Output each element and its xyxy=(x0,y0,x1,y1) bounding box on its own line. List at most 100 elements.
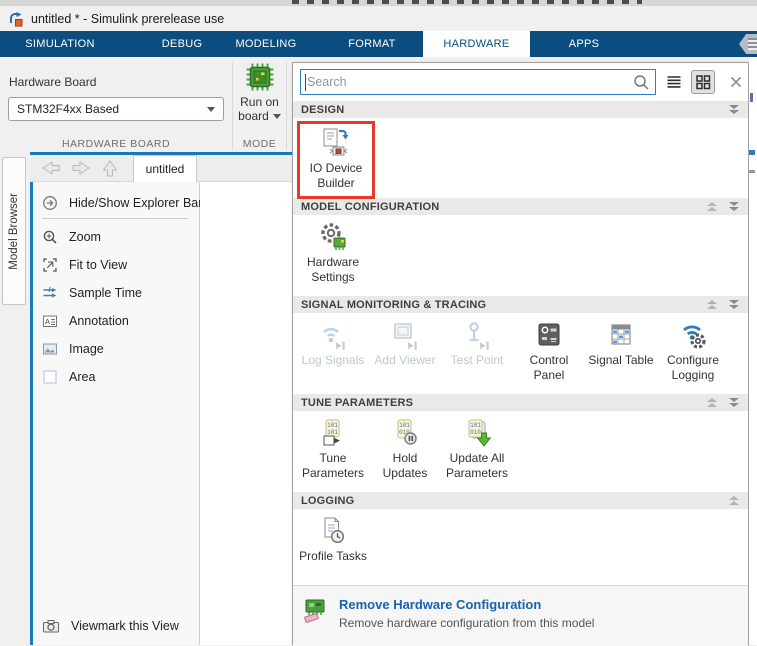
simulink-model-icon xyxy=(8,11,24,27)
expand-down-icon[interactable] xyxy=(729,202,739,211)
gallery-search-row xyxy=(293,63,748,101)
run-on-board-dropdown[interactable]: board xyxy=(233,109,286,123)
collapse-up-icon[interactable] xyxy=(707,300,717,309)
window-title: untitled * - Simulink prerelease use xyxy=(31,12,224,26)
hold-updates-icon: 101 010 xyxy=(389,417,421,449)
collapse-up-icon[interactable] xyxy=(729,496,739,505)
section-header-signal-monitoring: SIGNAL MONITORING & TRACING xyxy=(293,296,748,313)
gallery-item-test-point[interactable]: Test Point xyxy=(441,316,513,368)
svg-text:101: 101 xyxy=(470,422,481,429)
document-tab[interactable]: untitled xyxy=(133,155,197,182)
text-caret xyxy=(305,74,306,91)
section-content-model-configuration: Hardware Settings xyxy=(293,215,748,296)
expand-down-icon[interactable] xyxy=(729,105,739,114)
hardware-gallery-popup: DESIGN IO Device Builder xyxy=(292,62,749,645)
forward-arrow-icon[interactable] xyxy=(70,159,92,177)
model-browser-tab[interactable]: Model Browser xyxy=(2,157,26,305)
tab-format[interactable]: FORMAT xyxy=(348,31,395,57)
title-bar: untitled * - Simulink prerelease use xyxy=(0,6,757,31)
hardware-board-dropdown[interactable]: STM32F4xx Based xyxy=(8,97,224,121)
tab-apps[interactable]: APPS xyxy=(569,31,600,57)
canvas-area[interactable] xyxy=(200,182,292,645)
canvas-palette-menu: Hide/Show Explorer Bar Zoom Fit to View … xyxy=(30,182,200,645)
list-view-icon[interactable] xyxy=(662,70,685,94)
model-browser-label: Model Browser xyxy=(8,193,20,270)
zoom-icon xyxy=(42,229,58,245)
back-arrow-icon[interactable] xyxy=(40,159,62,177)
palette-item-annotation[interactable]: A Annotation xyxy=(42,310,129,332)
viewmark-camera-icon xyxy=(42,618,60,634)
toolstrip-tab-bar: SIMULATION DEBUG MODELING FORMAT HARDWAR… xyxy=(0,31,757,57)
chip-icon[interactable] xyxy=(245,62,275,92)
test-point-icon xyxy=(461,319,493,351)
svg-text:101: 101 xyxy=(399,422,410,429)
clipped-fragment xyxy=(749,170,755,173)
svg-text:101: 101 xyxy=(327,429,338,436)
tab-simulation[interactable]: SIMULATION xyxy=(25,31,94,57)
highlight-box: IO Device Builder xyxy=(297,121,375,199)
clipped-text-remnant xyxy=(292,0,642,4)
svg-text:A: A xyxy=(45,317,50,326)
profile-tasks-icon xyxy=(317,515,349,547)
remove-hardware-configuration-link[interactable]: Remove Hardware Configuration xyxy=(339,597,594,612)
section-header-tune-parameters: TUNE PARAMETERS xyxy=(293,394,748,411)
expand-down-icon[interactable] xyxy=(729,300,739,309)
svg-text:010: 010 xyxy=(470,429,481,436)
remove-hardware-configuration-description: Remove hardware configuration from this … xyxy=(339,616,594,630)
run-on-board-label[interactable]: Run on xyxy=(233,95,286,109)
chevron-down-icon xyxy=(273,114,281,119)
section-header-design: DESIGN xyxy=(293,101,748,118)
close-icon[interactable] xyxy=(725,70,748,94)
gallery-item-update-all-parameters[interactable]: 101 010 Update All Parameters xyxy=(441,414,513,481)
canvas-navigation-bar: untitled xyxy=(30,155,292,182)
gallery-item-tune-parameters[interactable]: 101 101 Tune Parameters xyxy=(297,414,369,481)
expand-down-icon[interactable] xyxy=(729,398,739,407)
tab-hardware-selected[interactable]: HARDWARE xyxy=(423,31,530,57)
hardware-board-label: Hardware Board xyxy=(9,75,96,89)
section-header-model-configuration: MODEL CONFIGURATION xyxy=(293,198,748,215)
section-content-logging: Profile Tasks xyxy=(293,509,748,585)
gallery-item-configure-logging[interactable]: Configure Logging xyxy=(657,316,729,383)
svg-text:101: 101 xyxy=(327,422,338,429)
search-icon xyxy=(633,74,655,91)
section-header-logging: LOGGING xyxy=(293,492,748,509)
gallery-item-signal-table[interactable]: Signal Table xyxy=(585,316,657,368)
fit-to-view-icon xyxy=(42,257,58,273)
toolstrip-collapse-icon[interactable] xyxy=(739,34,757,54)
area-icon xyxy=(42,369,58,385)
gallery-item-control-panel[interactable]: Control Panel xyxy=(513,316,585,383)
gallery-item-log-signals[interactable]: Log Signals xyxy=(297,316,369,368)
explorer-bar-icon xyxy=(42,195,58,211)
up-arrow-icon[interactable] xyxy=(100,159,120,177)
collapse-up-icon[interactable] xyxy=(707,202,717,211)
remove-hardware-icon xyxy=(303,597,329,623)
tune-parameters-icon: 101 101 xyxy=(317,417,349,449)
palette-item-sample-time[interactable]: Sample Time xyxy=(42,282,142,304)
grid-view-icon[interactable] xyxy=(691,70,714,94)
background-sliver xyxy=(749,57,757,645)
add-viewer-icon xyxy=(389,319,421,351)
gallery-footer: Remove Hardware Configuration Remove har… xyxy=(293,585,748,646)
palette-item-area[interactable]: Area xyxy=(42,366,95,388)
gallery-item-add-viewer[interactable]: Add Viewer xyxy=(369,316,441,368)
gallery-item-profile-tasks[interactable]: Profile Tasks xyxy=(297,512,369,564)
palette-item-image[interactable]: Image xyxy=(42,338,104,360)
palette-accent-line xyxy=(30,182,33,645)
palette-item-viewmark[interactable]: Viewmark this View xyxy=(42,615,179,637)
gallery-item-io-device-builder[interactable]: IO Device Builder xyxy=(300,124,372,191)
hardware-board-caption: HARDWARE BOARD xyxy=(0,138,232,150)
palette-item-explorer-bar[interactable]: Hide/Show Explorer Bar xyxy=(42,192,202,214)
gallery-item-hold-updates[interactable]: 101 010 Hold Updates xyxy=(369,414,441,481)
tab-debug[interactable]: DEBUG xyxy=(162,31,203,57)
tab-modeling[interactable]: MODELING xyxy=(235,31,296,57)
gallery-item-hardware-settings[interactable]: Hardware Settings xyxy=(297,218,369,285)
palette-separator xyxy=(42,218,188,219)
hardware-settings-icon xyxy=(317,221,349,253)
collapse-up-icon[interactable] xyxy=(707,398,717,407)
signal-table-icon xyxy=(605,319,637,351)
search-box xyxy=(300,69,656,95)
palette-item-zoom[interactable]: Zoom xyxy=(42,226,101,248)
palette-item-fit-to-view[interactable]: Fit to View xyxy=(42,254,127,276)
hardware-board-value: STM32F4xx Based xyxy=(17,102,119,116)
search-input[interactable] xyxy=(301,75,633,89)
